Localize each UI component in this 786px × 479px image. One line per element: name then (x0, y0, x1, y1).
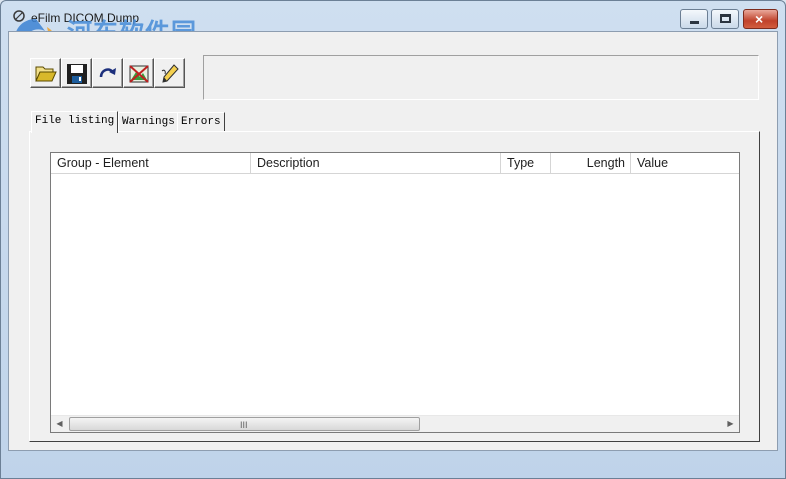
minimize-icon (690, 21, 699, 24)
app-icon (13, 10, 25, 22)
column-header-description[interactable]: Description (251, 153, 501, 174)
horizontal-scrollbar[interactable]: ◀ III ▶ (51, 415, 739, 432)
view-button[interactable] (123, 58, 154, 88)
open-button[interactable] (30, 58, 61, 88)
maximize-icon (720, 14, 731, 23)
scroll-right-icon[interactable]: ▶ (722, 416, 739, 432)
redo-arrow-icon (99, 68, 116, 78)
app-window: eFilm DICOM Dump 河东软件园 www.pc0359.cn × (0, 0, 786, 479)
tab-file-listing[interactable]: File listing (31, 111, 119, 133)
column-header-value[interactable]: Value (631, 153, 739, 174)
floppy-disk-icon (67, 64, 87, 84)
image-viewer-icon (129, 65, 149, 83)
dicom-listview[interactable]: Group - Element Description Type Length … (50, 152, 740, 433)
tab-errors[interactable]: Errors (177, 112, 225, 132)
grip-icon: III (240, 420, 248, 430)
close-button[interactable]: × (743, 9, 778, 29)
column-header-group-element[interactable]: Group - Element (51, 153, 251, 174)
maximize-button[interactable] (711, 9, 739, 29)
info-panel (203, 55, 759, 100)
save-button[interactable] (61, 58, 92, 88)
pencil-icon (161, 64, 179, 83)
refresh-button[interactable] (92, 58, 123, 88)
scroll-left-icon[interactable]: ◀ (51, 416, 68, 432)
close-icon: × (755, 11, 764, 27)
tab-page-file-listing: Group - Element Description Type Length … (29, 131, 760, 442)
window-title: eFilm DICOM Dump (31, 11, 140, 25)
client-area: File listing Warnings Errors Group - Ele… (8, 31, 778, 451)
scrollbar-thumb[interactable]: III (69, 417, 420, 431)
open-folder-icon (35, 66, 57, 82)
title-bar[interactable]: eFilm DICOM Dump 河东软件园 www.pc0359.cn × (1, 1, 785, 63)
tab-warnings[interactable]: Warnings (118, 112, 179, 132)
column-header-length[interactable]: Length (551, 153, 631, 174)
column-header-type[interactable]: Type (501, 153, 551, 174)
minimize-button[interactable] (680, 9, 708, 29)
listview-header: Group - Element Description Type Length … (51, 153, 739, 174)
edit-button[interactable] (154, 58, 185, 88)
